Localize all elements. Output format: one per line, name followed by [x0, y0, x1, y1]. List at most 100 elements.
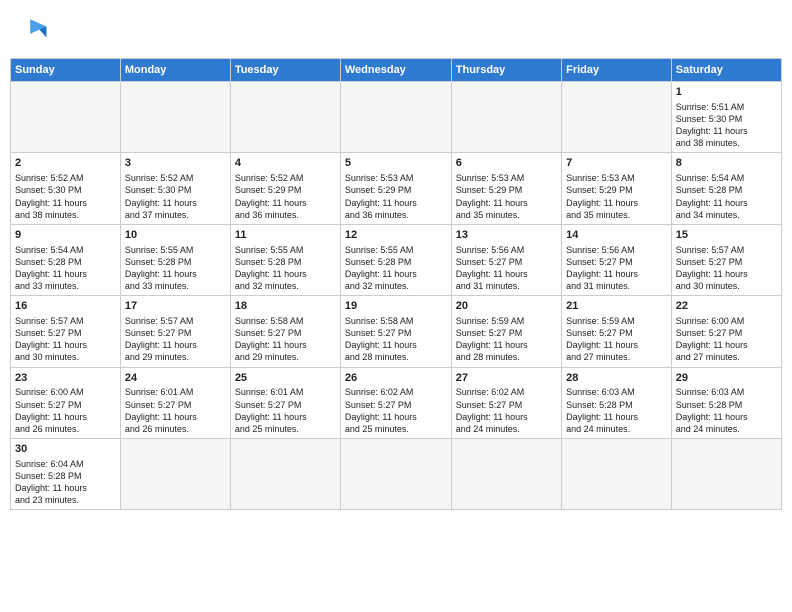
calendar-cell: 20Sunrise: 5:59 AM Sunset: 5:27 PM Dayli… — [451, 296, 561, 367]
day-info: Sunrise: 5:53 AM Sunset: 5:29 PM Dayligh… — [345, 172, 447, 221]
calendar-cell: 2Sunrise: 5:52 AM Sunset: 5:30 PM Daylig… — [11, 153, 121, 224]
calendar-cell: 4Sunrise: 5:52 AM Sunset: 5:29 PM Daylig… — [230, 153, 340, 224]
calendar-cell: 17Sunrise: 5:57 AM Sunset: 5:27 PM Dayli… — [120, 296, 230, 367]
calendar-cell — [120, 82, 230, 153]
day-number: 5 — [345, 156, 447, 171]
day-info: Sunrise: 6:02 AM Sunset: 5:27 PM Dayligh… — [456, 386, 557, 435]
calendar-cell: 5Sunrise: 5:53 AM Sunset: 5:29 PM Daylig… — [340, 153, 451, 224]
calendar-cell: 24Sunrise: 6:01 AM Sunset: 5:27 PM Dayli… — [120, 367, 230, 438]
calendar-cell: 3Sunrise: 5:52 AM Sunset: 5:30 PM Daylig… — [120, 153, 230, 224]
day-info: Sunrise: 6:00 AM Sunset: 5:27 PM Dayligh… — [15, 386, 116, 435]
calendar-header-monday: Monday — [120, 59, 230, 82]
calendar-cell: 1Sunrise: 5:51 AM Sunset: 5:30 PM Daylig… — [671, 82, 781, 153]
day-number: 3 — [125, 156, 226, 171]
day-info: Sunrise: 6:02 AM Sunset: 5:27 PM Dayligh… — [345, 386, 447, 435]
day-number: 7 — [566, 156, 667, 171]
day-number: 14 — [566, 228, 667, 243]
calendar-cell: 15Sunrise: 5:57 AM Sunset: 5:27 PM Dayli… — [671, 224, 781, 295]
day-info: Sunrise: 5:56 AM Sunset: 5:27 PM Dayligh… — [456, 244, 557, 293]
calendar-header-wednesday: Wednesday — [340, 59, 451, 82]
day-number: 17 — [125, 299, 226, 314]
calendar-cell — [451, 82, 561, 153]
day-number: 6 — [456, 156, 557, 171]
calendar-cell: 29Sunrise: 6:03 AM Sunset: 5:28 PM Dayli… — [671, 367, 781, 438]
day-number: 30 — [15, 442, 116, 457]
logo — [14, 14, 54, 50]
calendar-cell: 6Sunrise: 5:53 AM Sunset: 5:29 PM Daylig… — [451, 153, 561, 224]
day-number: 2 — [15, 156, 116, 171]
calendar-cell: 19Sunrise: 5:58 AM Sunset: 5:27 PM Dayli… — [340, 296, 451, 367]
calendar-cell: 7Sunrise: 5:53 AM Sunset: 5:29 PM Daylig… — [562, 153, 672, 224]
day-info: Sunrise: 5:52 AM Sunset: 5:30 PM Dayligh… — [15, 172, 116, 221]
day-number: 20 — [456, 299, 557, 314]
calendar-cell — [671, 439, 781, 510]
calendar-cell: 16Sunrise: 5:57 AM Sunset: 5:27 PM Dayli… — [11, 296, 121, 367]
day-info: Sunrise: 5:55 AM Sunset: 5:28 PM Dayligh… — [235, 244, 336, 293]
day-number: 27 — [456, 371, 557, 386]
day-info: Sunrise: 5:59 AM Sunset: 5:27 PM Dayligh… — [456, 315, 557, 364]
day-info: Sunrise: 5:56 AM Sunset: 5:27 PM Dayligh… — [566, 244, 667, 293]
day-info: Sunrise: 6:01 AM Sunset: 5:27 PM Dayligh… — [235, 386, 336, 435]
day-info: Sunrise: 5:59 AM Sunset: 5:27 PM Dayligh… — [566, 315, 667, 364]
day-number: 10 — [125, 228, 226, 243]
day-number: 4 — [235, 156, 336, 171]
day-number: 8 — [676, 156, 777, 171]
day-info: Sunrise: 5:53 AM Sunset: 5:29 PM Dayligh… — [456, 172, 557, 221]
day-info: Sunrise: 6:00 AM Sunset: 5:27 PM Dayligh… — [676, 315, 777, 364]
header — [10, 10, 782, 50]
day-number: 13 — [456, 228, 557, 243]
day-info: Sunrise: 5:55 AM Sunset: 5:28 PM Dayligh… — [345, 244, 447, 293]
day-info: Sunrise: 5:58 AM Sunset: 5:27 PM Dayligh… — [345, 315, 447, 364]
calendar-cell: 25Sunrise: 6:01 AM Sunset: 5:27 PM Dayli… — [230, 367, 340, 438]
day-number: 24 — [125, 371, 226, 386]
calendar-cell — [230, 82, 340, 153]
day-info: Sunrise: 5:52 AM Sunset: 5:29 PM Dayligh… — [235, 172, 336, 221]
day-info: Sunrise: 5:52 AM Sunset: 5:30 PM Dayligh… — [125, 172, 226, 221]
logo-icon — [14, 14, 50, 50]
calendar-cell: 13Sunrise: 5:56 AM Sunset: 5:27 PM Dayli… — [451, 224, 561, 295]
calendar-header-saturday: Saturday — [671, 59, 781, 82]
calendar-header-thursday: Thursday — [451, 59, 561, 82]
calendar-cell: 27Sunrise: 6:02 AM Sunset: 5:27 PM Dayli… — [451, 367, 561, 438]
calendar-cell: 12Sunrise: 5:55 AM Sunset: 5:28 PM Dayli… — [340, 224, 451, 295]
calendar-cell — [340, 439, 451, 510]
day-number: 29 — [676, 371, 777, 386]
calendar-cell: 23Sunrise: 6:00 AM Sunset: 5:27 PM Dayli… — [11, 367, 121, 438]
day-info: Sunrise: 6:04 AM Sunset: 5:28 PM Dayligh… — [15, 458, 116, 507]
day-info: Sunrise: 5:53 AM Sunset: 5:29 PM Dayligh… — [566, 172, 667, 221]
day-number: 25 — [235, 371, 336, 386]
day-info: Sunrise: 6:03 AM Sunset: 5:28 PM Dayligh… — [566, 386, 667, 435]
calendar-cell: 26Sunrise: 6:02 AM Sunset: 5:27 PM Dayli… — [340, 367, 451, 438]
calendar-cell — [11, 82, 121, 153]
day-info: Sunrise: 5:57 AM Sunset: 5:27 PM Dayligh… — [676, 244, 777, 293]
calendar-cell — [562, 82, 672, 153]
day-number: 15 — [676, 228, 777, 243]
day-info: Sunrise: 6:03 AM Sunset: 5:28 PM Dayligh… — [676, 386, 777, 435]
day-info: Sunrise: 6:01 AM Sunset: 5:27 PM Dayligh… — [125, 386, 226, 435]
calendar-cell — [562, 439, 672, 510]
calendar-cell: 22Sunrise: 6:00 AM Sunset: 5:27 PM Dayli… — [671, 296, 781, 367]
calendar-header-friday: Friday — [562, 59, 672, 82]
day-number: 21 — [566, 299, 667, 314]
day-number: 23 — [15, 371, 116, 386]
calendar-cell: 10Sunrise: 5:55 AM Sunset: 5:28 PM Dayli… — [120, 224, 230, 295]
calendar-header-row: SundayMondayTuesdayWednesdayThursdayFrid… — [11, 59, 782, 82]
day-number: 28 — [566, 371, 667, 386]
day-number: 16 — [15, 299, 116, 314]
calendar-cell — [230, 439, 340, 510]
day-info: Sunrise: 5:58 AM Sunset: 5:27 PM Dayligh… — [235, 315, 336, 364]
calendar-header-sunday: Sunday — [11, 59, 121, 82]
day-info: Sunrise: 5:54 AM Sunset: 5:28 PM Dayligh… — [15, 244, 116, 293]
calendar-cell: 28Sunrise: 6:03 AM Sunset: 5:28 PM Dayli… — [562, 367, 672, 438]
day-number: 18 — [235, 299, 336, 314]
day-number: 1 — [676, 85, 777, 100]
calendar-cell — [451, 439, 561, 510]
calendar-cell: 21Sunrise: 5:59 AM Sunset: 5:27 PM Dayli… — [562, 296, 672, 367]
calendar-cell — [340, 82, 451, 153]
day-info: Sunrise: 5:57 AM Sunset: 5:27 PM Dayligh… — [125, 315, 226, 364]
calendar-cell: 14Sunrise: 5:56 AM Sunset: 5:27 PM Dayli… — [562, 224, 672, 295]
calendar-header-tuesday: Tuesday — [230, 59, 340, 82]
calendar-cell — [120, 439, 230, 510]
day-number: 26 — [345, 371, 447, 386]
calendar-cell: 30Sunrise: 6:04 AM Sunset: 5:28 PM Dayli… — [11, 439, 121, 510]
